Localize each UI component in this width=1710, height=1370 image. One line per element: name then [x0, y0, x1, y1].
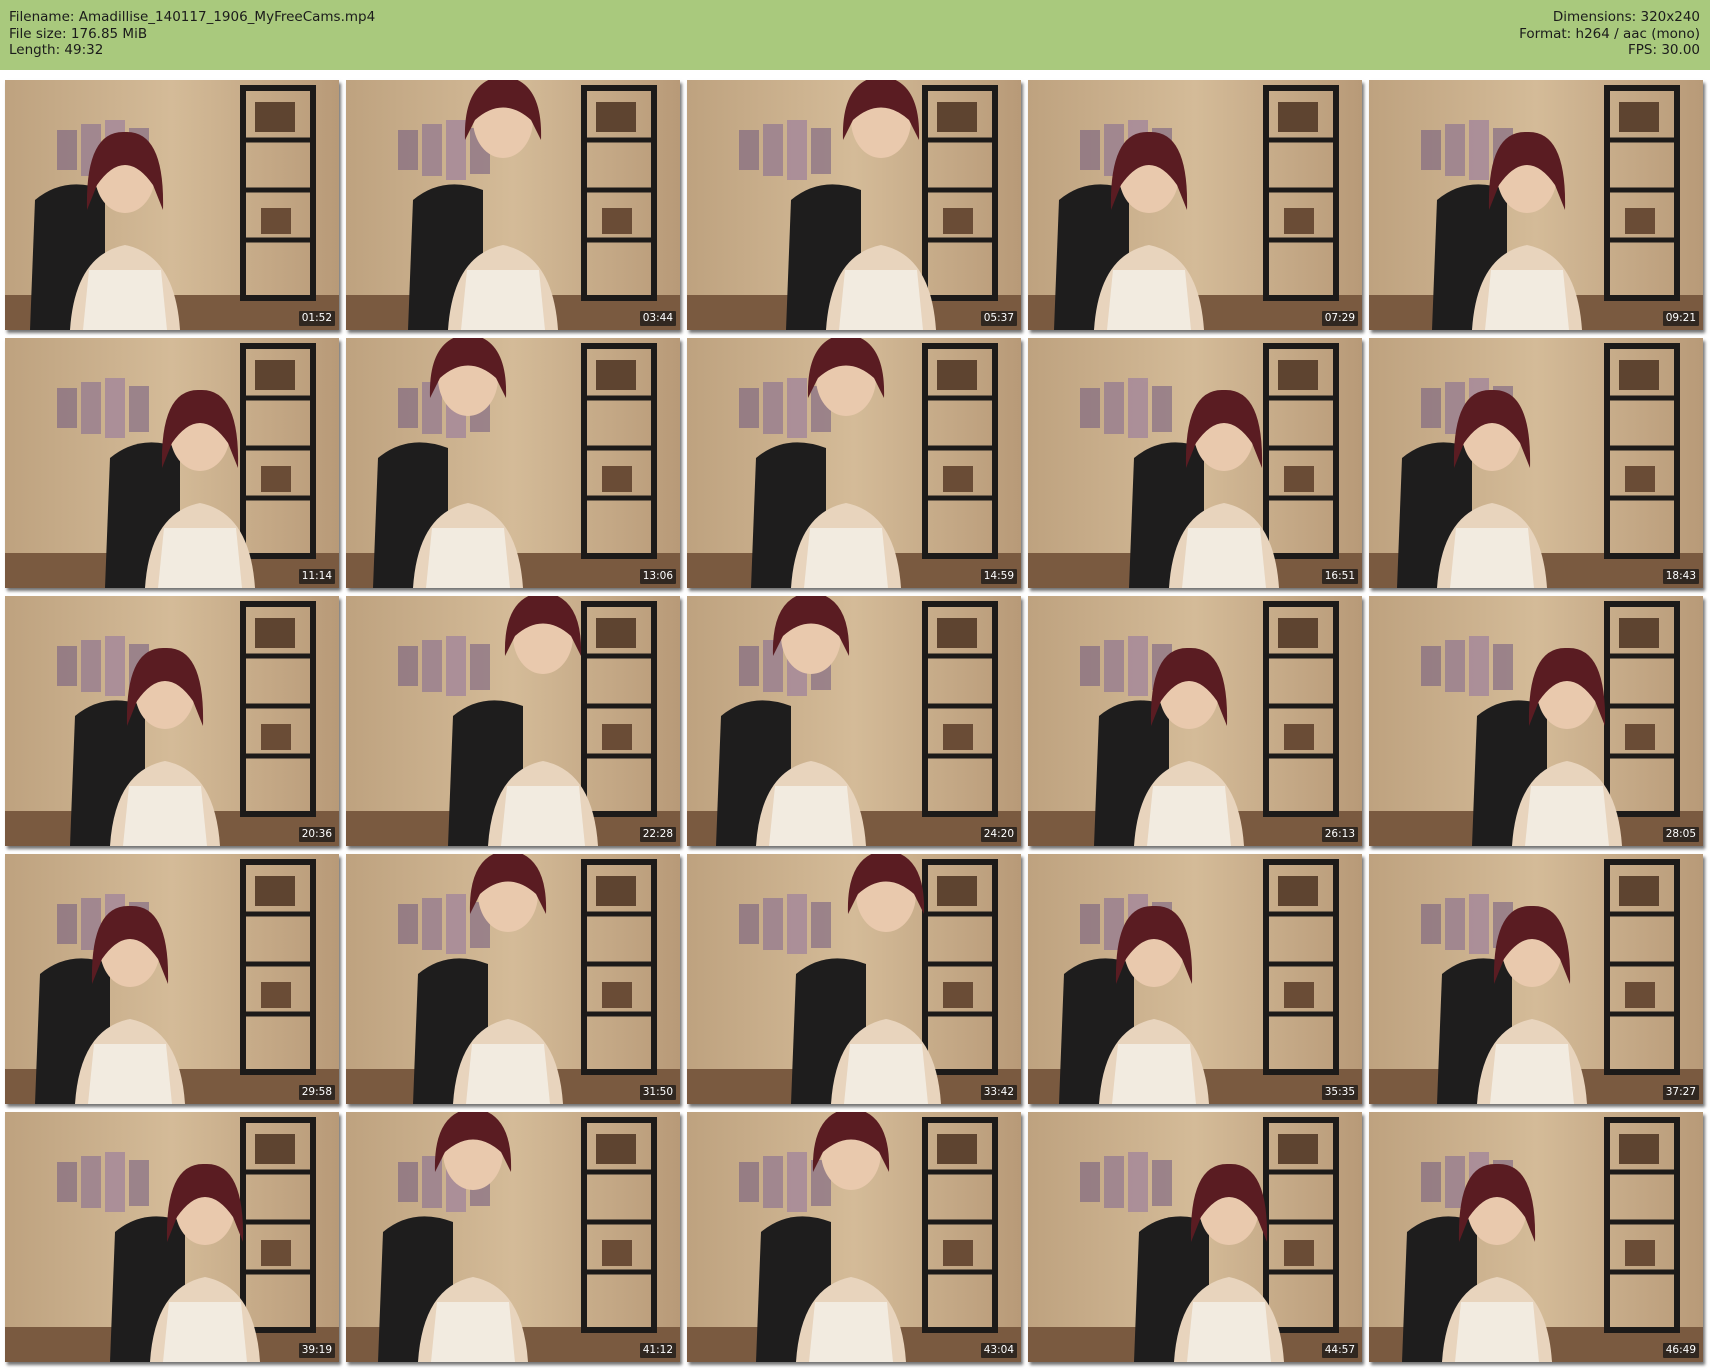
video-frame-image	[1369, 338, 1703, 588]
video-thumbnail: 03:44	[346, 80, 680, 330]
thumbnail-timestamp: 03:44	[639, 311, 676, 326]
length-label: Length: 49:32	[9, 42, 104, 58]
video-thumbnail: 44:57	[1028, 1112, 1362, 1362]
video-frame-image	[5, 596, 339, 846]
video-frame-image	[1028, 338, 1362, 588]
thumbnail-timestamp: 01:52	[298, 311, 335, 326]
file-info-left: Filename: Amadillise_140117_1906_MyFreeC…	[9, 9, 375, 59]
video-frame-image	[346, 854, 680, 1104]
video-thumbnail: 31:50	[346, 854, 680, 1104]
thumbnail-timestamp: 37:27	[1662, 1085, 1699, 1100]
thumbnail-timestamp: 16:51	[1321, 569, 1358, 584]
filename-label: Filename: Amadillise_140117_1906_MyFreeC…	[9, 9, 376, 25]
video-thumbnail: 01:52	[5, 80, 339, 330]
video-frame-image	[687, 80, 1021, 330]
video-thumbnail: 43:04	[687, 1112, 1021, 1362]
thumbnail-timestamp: 22:28	[639, 827, 676, 842]
thumbnail-timestamp: 41:12	[639, 1343, 676, 1358]
video-thumbnail: 26:13	[1028, 596, 1362, 846]
thumbnail-timestamp: 35:35	[1321, 1085, 1358, 1100]
video-thumbnail: 35:35	[1028, 854, 1362, 1104]
video-thumbnail: 24:20	[687, 596, 1021, 846]
video-thumbnail: 22:28	[346, 596, 680, 846]
thumbnail-timestamp: 13:06	[639, 569, 676, 584]
video-thumbnail: 18:43	[1369, 338, 1703, 588]
thumbnail-timestamp: 07:29	[1321, 311, 1358, 326]
thumbnail-timestamp: 44:57	[1321, 1343, 1358, 1358]
video-thumbnail: 41:12	[346, 1112, 680, 1362]
thumbnail-timestamp: 09:21	[1662, 311, 1699, 326]
video-frame-image	[1369, 80, 1703, 330]
video-frame-image	[5, 80, 339, 330]
video-frame-image	[687, 854, 1021, 1104]
info-header: Filename: Amadillise_140117_1906_MyFreeC…	[0, 0, 1710, 70]
video-thumbnail: 16:51	[1028, 338, 1362, 588]
thumbnail-timestamp: 24:20	[980, 827, 1017, 842]
fps-label: FPS: 30.00	[1628, 42, 1700, 58]
thumbnail-timestamp: 14:59	[980, 569, 1017, 584]
thumbnail-timestamp: 31:50	[639, 1085, 676, 1100]
video-thumbnail: 28:05	[1369, 596, 1703, 846]
video-frame-image	[5, 1112, 339, 1362]
thumbnail-timestamp: 05:37	[980, 311, 1017, 326]
video-frame-image	[5, 854, 339, 1104]
video-frame-image	[346, 1112, 680, 1362]
video-thumbnail: 29:58	[5, 854, 339, 1104]
video-thumbnail: 11:14	[5, 338, 339, 588]
video-thumbnail: 33:42	[687, 854, 1021, 1104]
thumbnail-timestamp: 11:14	[298, 569, 335, 584]
thumbnail-timestamp: 46:49	[1662, 1343, 1699, 1358]
video-thumbnail: 46:49	[1369, 1112, 1703, 1362]
video-frame-image	[346, 338, 680, 588]
video-frame-image	[5, 338, 339, 588]
thumbnail-timestamp: 28:05	[1662, 827, 1699, 842]
thumbnail-timestamp: 20:36	[298, 827, 335, 842]
file-info-right: Dimensions: 320x240 Format: h264 / aac (…	[1519, 9, 1700, 59]
video-thumbnail: 39:19	[5, 1112, 339, 1362]
format-label: Format: h264 / aac (mono)	[1519, 25, 1700, 42]
video-thumbnail: 13:06	[346, 338, 680, 588]
video-frame-image	[1369, 596, 1703, 846]
video-frame-image	[1369, 1112, 1703, 1362]
video-frame-image	[346, 596, 680, 846]
video-frame-image	[1028, 80, 1362, 330]
video-thumbnail: 09:21	[1369, 80, 1703, 330]
video-thumbnail: 20:36	[5, 596, 339, 846]
video-thumbnail: 14:59	[687, 338, 1021, 588]
thumbnail-timestamp: 43:04	[980, 1343, 1017, 1358]
video-thumbnail: 37:27	[1369, 854, 1703, 1104]
video-frame-image	[687, 338, 1021, 588]
thumbnail-timestamp: 39:19	[298, 1343, 335, 1358]
video-frame-image	[1028, 596, 1362, 846]
video-thumbnail: 05:37	[687, 80, 1021, 330]
video-frame-image	[687, 596, 1021, 846]
video-frame-image	[687, 1112, 1021, 1362]
dimensions-label: Dimensions: 320x240	[1552, 9, 1700, 25]
thumbnail-timestamp: 33:42	[980, 1085, 1017, 1100]
video-frame-image	[1028, 854, 1362, 1104]
video-thumbnail: 07:29	[1028, 80, 1362, 330]
filesize-label: File size: 176.85 MiB	[9, 25, 148, 42]
thumbnail-timestamp: 26:13	[1321, 827, 1358, 842]
video-frame-image	[1028, 1112, 1362, 1362]
video-frame-image	[1369, 854, 1703, 1104]
thumbnail-timestamp: 29:58	[298, 1085, 335, 1100]
thumbnail-grid: 01:52 03:44 05:37 07:29 09:21 11:14 13:0…	[0, 70, 1710, 1370]
thumbnail-timestamp: 18:43	[1662, 569, 1699, 584]
video-frame-image	[346, 80, 680, 330]
